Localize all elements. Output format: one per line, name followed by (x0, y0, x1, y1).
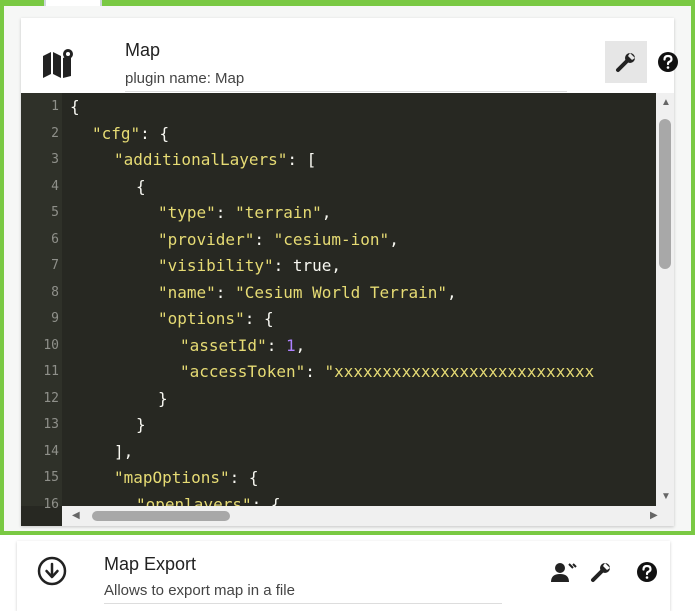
code-line: "visibility": true, (158, 256, 342, 275)
line-number: 2 (51, 126, 59, 141)
code-line: "options": { (158, 309, 274, 328)
plugin-description: Allows to export map in a file (104, 582, 295, 599)
divider (104, 603, 502, 604)
divider (125, 91, 567, 92)
user-permissions-icon[interactable] (551, 561, 577, 583)
code-line: "provider": "cesium-ion", (158, 230, 399, 249)
line-number: 4 (51, 179, 59, 194)
line-number: 14 (43, 444, 59, 459)
code-line: ], (114, 442, 134, 461)
code-line: "name": "Cesium World Terrain", (158, 283, 457, 302)
plugin-map-export-card[interactable] (17, 541, 670, 611)
line-number: 9 (51, 311, 59, 326)
plugin-subtitle: plugin name: Map (125, 70, 245, 87)
json-editor[interactable]: 1 2 3 4 5 6 7 8 9 10 11 12 13 14 15 16 {… (21, 93, 674, 526)
code-line: "type": "terrain", (158, 203, 332, 222)
plugin-map-selected-frame: Map plugin name: Map 1 2 3 4 5 6 7 8 9 1… (0, 6, 695, 535)
scroll-up-icon[interactable]: ▲ (661, 97, 671, 108)
code-area[interactable]: { "cfg": { "additionalLayers": [ { "type… (70, 93, 665, 506)
line-number: 7 (51, 258, 59, 273)
code-line: "accessToken": "xxxxxxxxxxxxxxxxxxxxxxxx… (180, 362, 595, 381)
map-icon (41, 48, 77, 80)
scroll-left-icon[interactable]: ◀ (72, 510, 80, 521)
code-line: "openlayers": { (136, 495, 281, 506)
line-number: 3 (51, 152, 59, 167)
download-circle-icon (37, 556, 67, 586)
help-icon[interactable] (657, 51, 679, 73)
wrench-icon (616, 53, 635, 72)
line-number: 6 (51, 232, 59, 247)
line-number: 16 (43, 497, 59, 512)
code-line: { (70, 97, 80, 116)
line-number: 15 (43, 470, 59, 485)
horizontal-scroll-thumb[interactable] (92, 511, 230, 521)
code-line: "additionalLayers": [ (114, 150, 317, 169)
code-line: } (158, 389, 168, 408)
line-number: 1 (51, 99, 59, 114)
code-line: "assetId": 1, (180, 336, 306, 355)
line-number: 12 (43, 391, 59, 406)
scroll-down-icon[interactable]: ▼ (661, 491, 671, 502)
line-number-gutter: 1 2 3 4 5 6 7 8 9 10 11 12 13 14 15 16 (21, 93, 62, 512)
vertical-scroll-thumb[interactable] (659, 119, 671, 269)
line-number: 8 (51, 285, 59, 300)
line-number: 10 (43, 338, 59, 353)
code-line: "cfg": { (92, 124, 170, 143)
configure-button[interactable] (605, 41, 647, 83)
line-number: 11 (43, 364, 59, 379)
plugin-title: Map (125, 40, 161, 60)
code-line: "mapOptions": { (114, 468, 259, 487)
line-number: 5 (51, 205, 59, 220)
horizontal-scrollbar[interactable]: ◀ ▶ (62, 506, 674, 526)
line-number: 13 (43, 417, 59, 432)
scroll-right-icon[interactable]: ▶ (650, 510, 658, 521)
code-line: } (136, 415, 146, 434)
plugin-title: Map Export (104, 554, 197, 574)
wrench-icon[interactable] (590, 561, 612, 583)
vertical-scrollbar[interactable]: ▲ ▼ (656, 93, 674, 506)
code-line: { (136, 177, 146, 196)
help-icon[interactable] (636, 561, 658, 583)
